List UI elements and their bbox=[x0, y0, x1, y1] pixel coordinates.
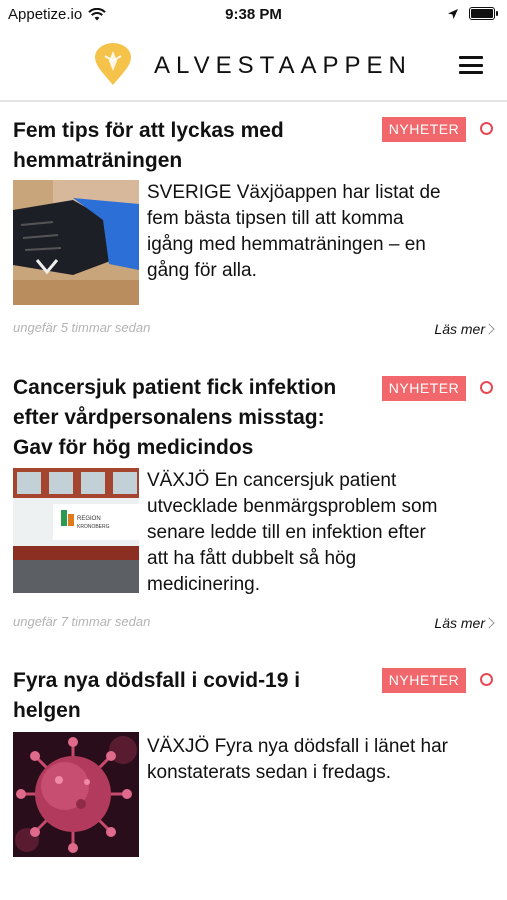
article-timestamp: ungefär 7 timmar sedan bbox=[13, 614, 151, 629]
read-more-label: Läs mer bbox=[434, 321, 485, 337]
status-bar: Appetize.io 9:38 PM bbox=[0, 0, 507, 30]
article-excerpt: SVERIGE Växjöappen har listat de fem bäs… bbox=[147, 180, 497, 284]
category-badge[interactable]: NYHETER bbox=[382, 668, 466, 693]
excerpt-line: SVERIGE Växjöappen har listat de bbox=[147, 182, 441, 203]
chevron-right-icon bbox=[483, 617, 495, 629]
read-more-label: Läs mer bbox=[434, 615, 485, 631]
article-excerpt: VÄXJÖ Fyra nya dödsfall i länet har kons… bbox=[147, 734, 497, 786]
excerpt-line: gång för alla. bbox=[147, 260, 257, 281]
bookmark-circle-icon[interactable] bbox=[480, 673, 493, 686]
article-title[interactable]: Fem tips för att lyckas med hemmaträning… bbox=[13, 116, 284, 176]
article-title-line: efter vårdpersonalens misstag: bbox=[13, 406, 325, 429]
excerpt-line: medicinering. bbox=[147, 574, 260, 595]
article-title-line: Fyra nya dödsfall i covid-19 i bbox=[13, 669, 301, 692]
hospital-building-image: REGION KRONOBERG bbox=[13, 468, 139, 593]
excerpt-line: konstaterats sedan i fredags. bbox=[147, 762, 391, 783]
read-more-link[interactable]: Läs mer bbox=[434, 321, 495, 337]
status-right bbox=[447, 7, 498, 20]
image-sign-text: REGION bbox=[77, 516, 101, 522]
excerpt-line: igång med hemmaträningen – en bbox=[147, 234, 426, 255]
bookmark-circle-icon[interactable] bbox=[480, 122, 493, 135]
excerpt-line: utvecklade benmärgsproblem som bbox=[147, 496, 438, 517]
article-title-line: Cancersjuk patient fick infektion bbox=[13, 376, 337, 399]
chevron-right-icon bbox=[483, 323, 495, 335]
location-arrow-icon bbox=[448, 8, 458, 19]
article-title-line: helgen bbox=[13, 699, 81, 722]
article-title[interactable]: Fyra nya dödsfall i covid-19 i helgen bbox=[13, 666, 300, 726]
alvesta-logo-icon bbox=[95, 43, 131, 85]
excerpt-line: fem bästa tipsen till att komma bbox=[147, 208, 404, 229]
app-header: ALVESTAAPPEN bbox=[0, 32, 507, 102]
workout-image bbox=[13, 180, 139, 305]
article-thumbnail[interactable] bbox=[13, 180, 139, 305]
bookmark-circle-icon[interactable] bbox=[480, 381, 493, 394]
app-title: ALVESTAAPPEN bbox=[154, 52, 412, 79]
article-title-line: hemmaträningen bbox=[13, 149, 183, 172]
battery-icon bbox=[469, 7, 498, 20]
virus-image bbox=[13, 732, 139, 857]
article-title[interactable]: Cancersjuk patient fick infektion efter … bbox=[13, 373, 336, 463]
article-title-line: Fem tips för att lyckas med bbox=[13, 119, 284, 142]
category-badge[interactable]: NYHETER bbox=[382, 117, 466, 142]
article-thumbnail[interactable]: REGION KRONOBERG bbox=[13, 468, 139, 593]
excerpt-line: VÄXJÖ Fyra nya dödsfall i länet har bbox=[147, 736, 448, 757]
article-thumbnail[interactable] bbox=[13, 732, 139, 857]
category-badge[interactable]: NYHETER bbox=[382, 376, 466, 401]
article-excerpt: VÄXJÖ En cancersjuk patient utvecklade b… bbox=[147, 468, 497, 598]
article-timestamp: ungefär 5 timmar sedan bbox=[13, 320, 151, 335]
status-time: 9:38 PM bbox=[225, 6, 282, 23]
image-sign-text: KRONOBERG bbox=[77, 524, 110, 530]
excerpt-line: VÄXJÖ En cancersjuk patient bbox=[147, 470, 397, 491]
read-more-link[interactable]: Läs mer bbox=[434, 615, 495, 631]
article-title-line: Gav för hög medicindos bbox=[13, 436, 254, 459]
excerpt-line: senare ledde till en infektion efter bbox=[147, 522, 426, 543]
excerpt-line: att ha fått dubbelt så hög bbox=[147, 548, 357, 569]
hamburger-menu-icon[interactable] bbox=[459, 56, 483, 74]
